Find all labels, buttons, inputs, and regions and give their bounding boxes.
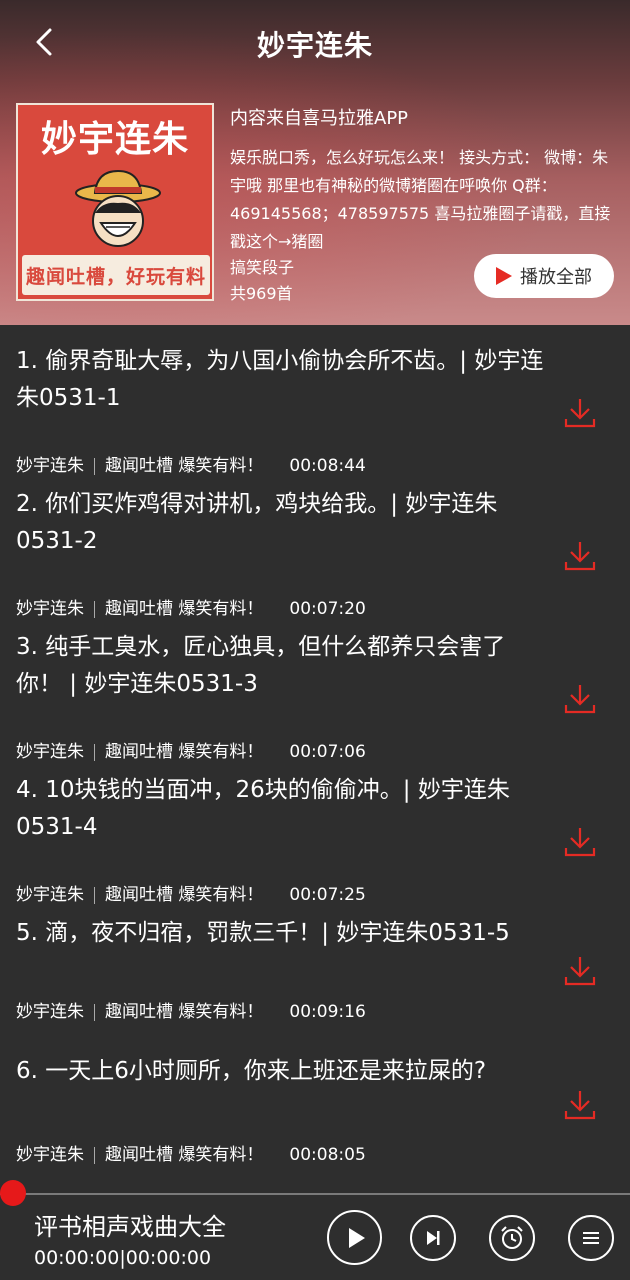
track-meta: 妙宇连朱 趣闻吐槽 爆笑有料！ 00:07:25 bbox=[16, 880, 366, 905]
track-meta: 妙宇连朱 趣闻吐槽 爆笑有料！ 00:07:06 bbox=[16, 737, 366, 762]
track-list: 1. 偷界奇耻大辱，为八国小偷协会所不齿。| 妙宇连朱0531-1 妙宇连朱趣闻… bbox=[0, 325, 630, 1193]
download-icon[interactable] bbox=[562, 681, 598, 717]
alarm-button[interactable] bbox=[489, 1215, 535, 1261]
track-author: 妙宇连朱 bbox=[16, 456, 84, 476]
next-icon bbox=[427, 1231, 440, 1245]
player-title: 评书相声戏曲大全 bbox=[34, 1213, 226, 1241]
mini-player: 评书相声戏曲大全 00:00:00|00:00:00 bbox=[0, 1180, 630, 1280]
download-icon[interactable] bbox=[562, 538, 598, 574]
track-meta: 妙宇连朱 趣闻吐槽 爆笑有料！ 00:07:20 bbox=[16, 594, 366, 619]
download-icon[interactable] bbox=[562, 824, 598, 860]
page-title: 妙宇连朱 bbox=[256, 29, 373, 62]
track-tagline: 趣闻吐槽 爆笑有料！ bbox=[105, 1145, 264, 1165]
track-title: 1. 偷界奇耻大辱，为八国小偷协会所不齿。| 妙宇连朱0531-1 bbox=[16, 348, 544, 411]
track-duration: 00:08:05 bbox=[289, 1145, 366, 1165]
album-count: 共969首 bbox=[230, 284, 293, 303]
track-title: 2. 你们买炸鸡得对讲机，鸡块给我。| 妙宇连朱0531-2 bbox=[16, 491, 498, 554]
album-header: 妙宇连朱 妙宇连朱 趣闻吐槽，好玩有料 内容来自喜马拉雅APP 娱乐脱口秀，怎么… bbox=[0, 0, 630, 325]
download-icon[interactable] bbox=[562, 1087, 598, 1123]
track-tagline: 趣闻吐槽 爆笑有料！ bbox=[105, 1002, 264, 1022]
progress-knob[interactable] bbox=[0, 1180, 26, 1206]
track-author: 妙宇连朱 bbox=[16, 599, 84, 619]
album-info: 内容来自喜马拉雅APP 娱乐脱口秀，怎么好玩怎么来！ 接头方式： 微博：朱宇哦 … bbox=[230, 104, 615, 254]
play-all-label: 播放全部 bbox=[520, 267, 592, 288]
track-tagline: 趣闻吐槽 爆笑有料！ bbox=[105, 456, 264, 476]
track-meta: 妙宇连朱 趣闻吐槽 爆笑有料！ 00:09:16 bbox=[16, 997, 366, 1022]
track-author: 妙宇连朱 bbox=[16, 1002, 84, 1022]
progress-track[interactable] bbox=[0, 1193, 630, 1195]
track-duration: 00:08:44 bbox=[289, 456, 366, 476]
player-time: 00:00:00|00:00:00 bbox=[34, 1247, 212, 1269]
play-button[interactable] bbox=[327, 1210, 382, 1265]
track-duration: 00:09:16 bbox=[289, 1002, 366, 1022]
playlist-button[interactable] bbox=[568, 1215, 614, 1261]
cartoon-face-icon bbox=[75, 169, 161, 247]
track-author: 妙宇连朱 bbox=[16, 885, 84, 905]
playlist-icon bbox=[583, 1232, 599, 1244]
track-duration: 00:07:20 bbox=[289, 599, 366, 619]
play-icon bbox=[348, 1227, 365, 1248]
track-title: 5. 滴，夜不归宿，罚款三千！| 妙宇连朱0531-5 bbox=[16, 920, 510, 946]
track-title: 6. 一天上6小时厕所，你来上班还是来拉屎的? bbox=[16, 1058, 487, 1084]
track-tagline: 趣闻吐槽 爆笑有料！ bbox=[105, 742, 264, 762]
track-author: 妙宇连朱 bbox=[16, 1145, 84, 1165]
alarm-icon bbox=[501, 1226, 523, 1249]
album-meta: 搞笑段子 共969首 bbox=[230, 255, 294, 307]
top-bar: 妙宇连朱 bbox=[0, 0, 630, 82]
cover-slogan: 趣闻吐槽，好玩有料 bbox=[25, 265, 206, 288]
track-author: 妙宇连朱 bbox=[16, 742, 84, 762]
track-tagline: 趣闻吐槽 爆笑有料！ bbox=[105, 885, 264, 905]
album-category: 搞笑段子 bbox=[230, 258, 295, 277]
source-text: 内容来自喜马拉雅APP bbox=[230, 108, 409, 129]
cover-banner: 趣闻吐槽，好玩有料 bbox=[22, 255, 210, 295]
track-meta: 妙宇连朱 趣闻吐槽 爆笑有料！ 00:08:44 bbox=[16, 451, 366, 476]
play-icon bbox=[496, 267, 512, 285]
track-title: 3. 纯手工臭水，匠心独具，但什么都养只会害了你！ | 妙宇连朱0531-3 bbox=[16, 634, 506, 697]
album-description: 娱乐脱口秀，怎么好玩怎么来！ 接头方式： 微博：朱宇哦 那里也有神秘的微博猪圈在… bbox=[230, 148, 611, 251]
album-cover: 妙宇连朱 趣闻吐槽，好玩有料 bbox=[16, 103, 214, 301]
track-title: 4. 10块钱的当面冲，26块的偷偷冲。| 妙宇连朱0531-4 bbox=[16, 777, 510, 840]
download-icon[interactable] bbox=[562, 395, 598, 431]
track-duration: 00:07:25 bbox=[289, 885, 366, 905]
cover-title: 妙宇连朱 bbox=[40, 119, 189, 160]
play-all-button[interactable]: 播放全部 bbox=[474, 254, 614, 298]
track-meta: 妙宇连朱 趣闻吐槽 爆笑有料！ 00:08:05 bbox=[16, 1140, 366, 1165]
track-tagline: 趣闻吐槽 爆笑有料！ bbox=[105, 599, 264, 619]
next-button[interactable] bbox=[410, 1215, 456, 1261]
download-icon[interactable] bbox=[562, 953, 598, 989]
track-duration: 00:07:06 bbox=[289, 742, 366, 762]
